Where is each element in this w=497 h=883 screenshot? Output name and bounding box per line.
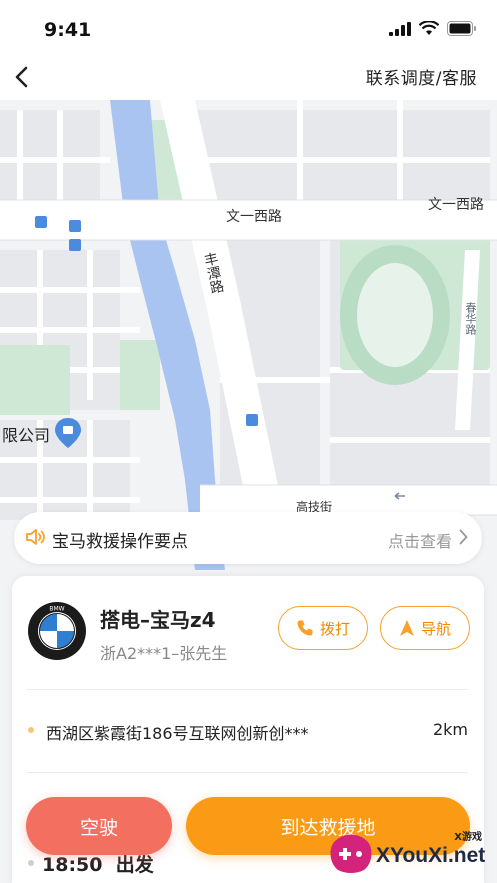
status-time: 9:41 (44, 19, 92, 41)
time-dot (28, 860, 34, 866)
status-icons (389, 21, 477, 36)
watermark: X游戏 XYouXi.net (324, 826, 494, 880)
cellular-signal-icon (389, 21, 411, 36)
bmw-logo: BMW (28, 602, 86, 660)
tips-bar[interactable]: 宝马救援操作要点 点击查看 (14, 512, 482, 564)
watermark-logo-icon (330, 834, 372, 873)
battery-icon (447, 21, 476, 36)
depart-time: 18:50 (42, 854, 103, 876)
tips-title: 宝马救援操作要点 (52, 532, 188, 552)
card-divider (26, 689, 468, 690)
back-button[interactable] (6, 60, 36, 94)
card-divider (26, 772, 468, 773)
empty-drive-button[interactable]: 空驶 (26, 797, 172, 855)
road-label-chunhua: 春华路 (464, 302, 477, 335)
contact-support-link[interactable]: 联系调度/客服 (366, 64, 477, 89)
navigation-arrow-icon (399, 620, 414, 636)
job-title: 搭电–宝马z4 (100, 608, 216, 632)
plate-customer: 浙A2***1–张先生 (100, 644, 228, 663)
chevron-right-icon (459, 529, 468, 545)
address-dot (28, 727, 34, 733)
watermark-text: XYouXi.net (376, 844, 486, 867)
tips-view-link[interactable]: 点击查看 (388, 528, 452, 552)
call-button-label: 拨打 (319, 619, 350, 638)
speaker-icon (26, 529, 45, 545)
distance: 2km (432, 720, 468, 739)
chevron-left-icon (15, 66, 28, 88)
bmw-logo-text: BMW (49, 606, 64, 613)
status-bar: 9:41 (0, 0, 497, 54)
wifi-icon (419, 21, 439, 35)
watermark-small: X游戏 (454, 832, 482, 843)
depart-label: 出发 (115, 854, 154, 876)
poi-label: 限公司 (2, 426, 51, 445)
road-label-wenyi-west: 文一西路 (226, 209, 282, 225)
phone-icon (297, 620, 313, 636)
nav-bar: 联系调度/客服 (0, 54, 497, 100)
navigate-button[interactable]: 导航 (380, 606, 470, 650)
rescue-address: 西湖区紫霞街186号互联网创新创*** (46, 724, 309, 743)
road-label-wenyi-west-2: 文一西路 (428, 197, 484, 213)
navigate-button-label: 导航 (420, 619, 451, 638)
call-button[interactable]: 拨打 (278, 606, 368, 650)
